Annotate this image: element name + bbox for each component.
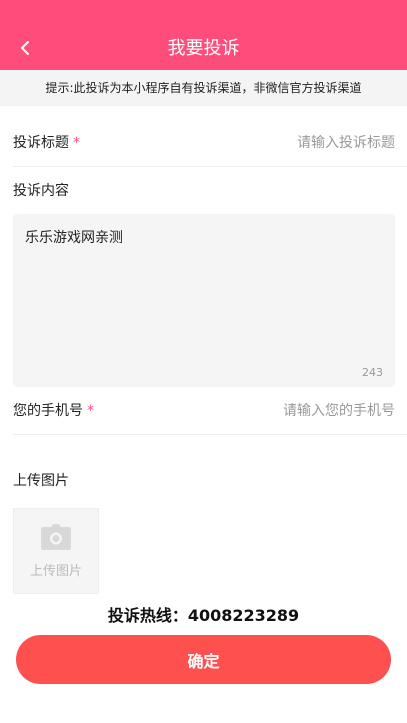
- header-bar: 我要投诉: [0, 0, 407, 70]
- complaint-title-input[interactable]: [185, 129, 395, 157]
- complaint-hotline: 投诉热线：4008223289: [107, 606, 300, 625]
- page-title: 我要投诉: [167, 38, 240, 59]
- complaint-title-label: 投诉标题 *: [13, 135, 80, 151]
- confirm-button[interactable]: 确定: [16, 635, 391, 684]
- complaint-content-label: 投诉内容: [13, 183, 69, 199]
- camera-icon: [41, 523, 71, 550]
- notice-banner: 提示:此投诉为本小程序自有投诉渠道，非微信官方投诉渠道: [0, 70, 407, 106]
- char-remaining-counter: 243: [362, 366, 383, 379]
- complaint-title-row: 投诉标题 *: [13, 119, 407, 167]
- phone-label: 您的手机号 *: [13, 403, 94, 419]
- phone-input[interactable]: [185, 397, 395, 425]
- upload-image-text: 上传图片: [29, 563, 82, 579]
- phone-row: 您的手机号 *: [13, 387, 407, 435]
- required-mark: *: [73, 135, 80, 151]
- required-mark: *: [87, 403, 94, 419]
- upload-image-button[interactable]: 上传图片: [13, 508, 99, 594]
- upload-image-label: 上传图片: [13, 473, 69, 489]
- complaint-content-box: 乐乐游戏网亲测 243: [13, 214, 395, 387]
- complaint-content-textarea[interactable]: 乐乐游戏网亲测: [25, 228, 383, 358]
